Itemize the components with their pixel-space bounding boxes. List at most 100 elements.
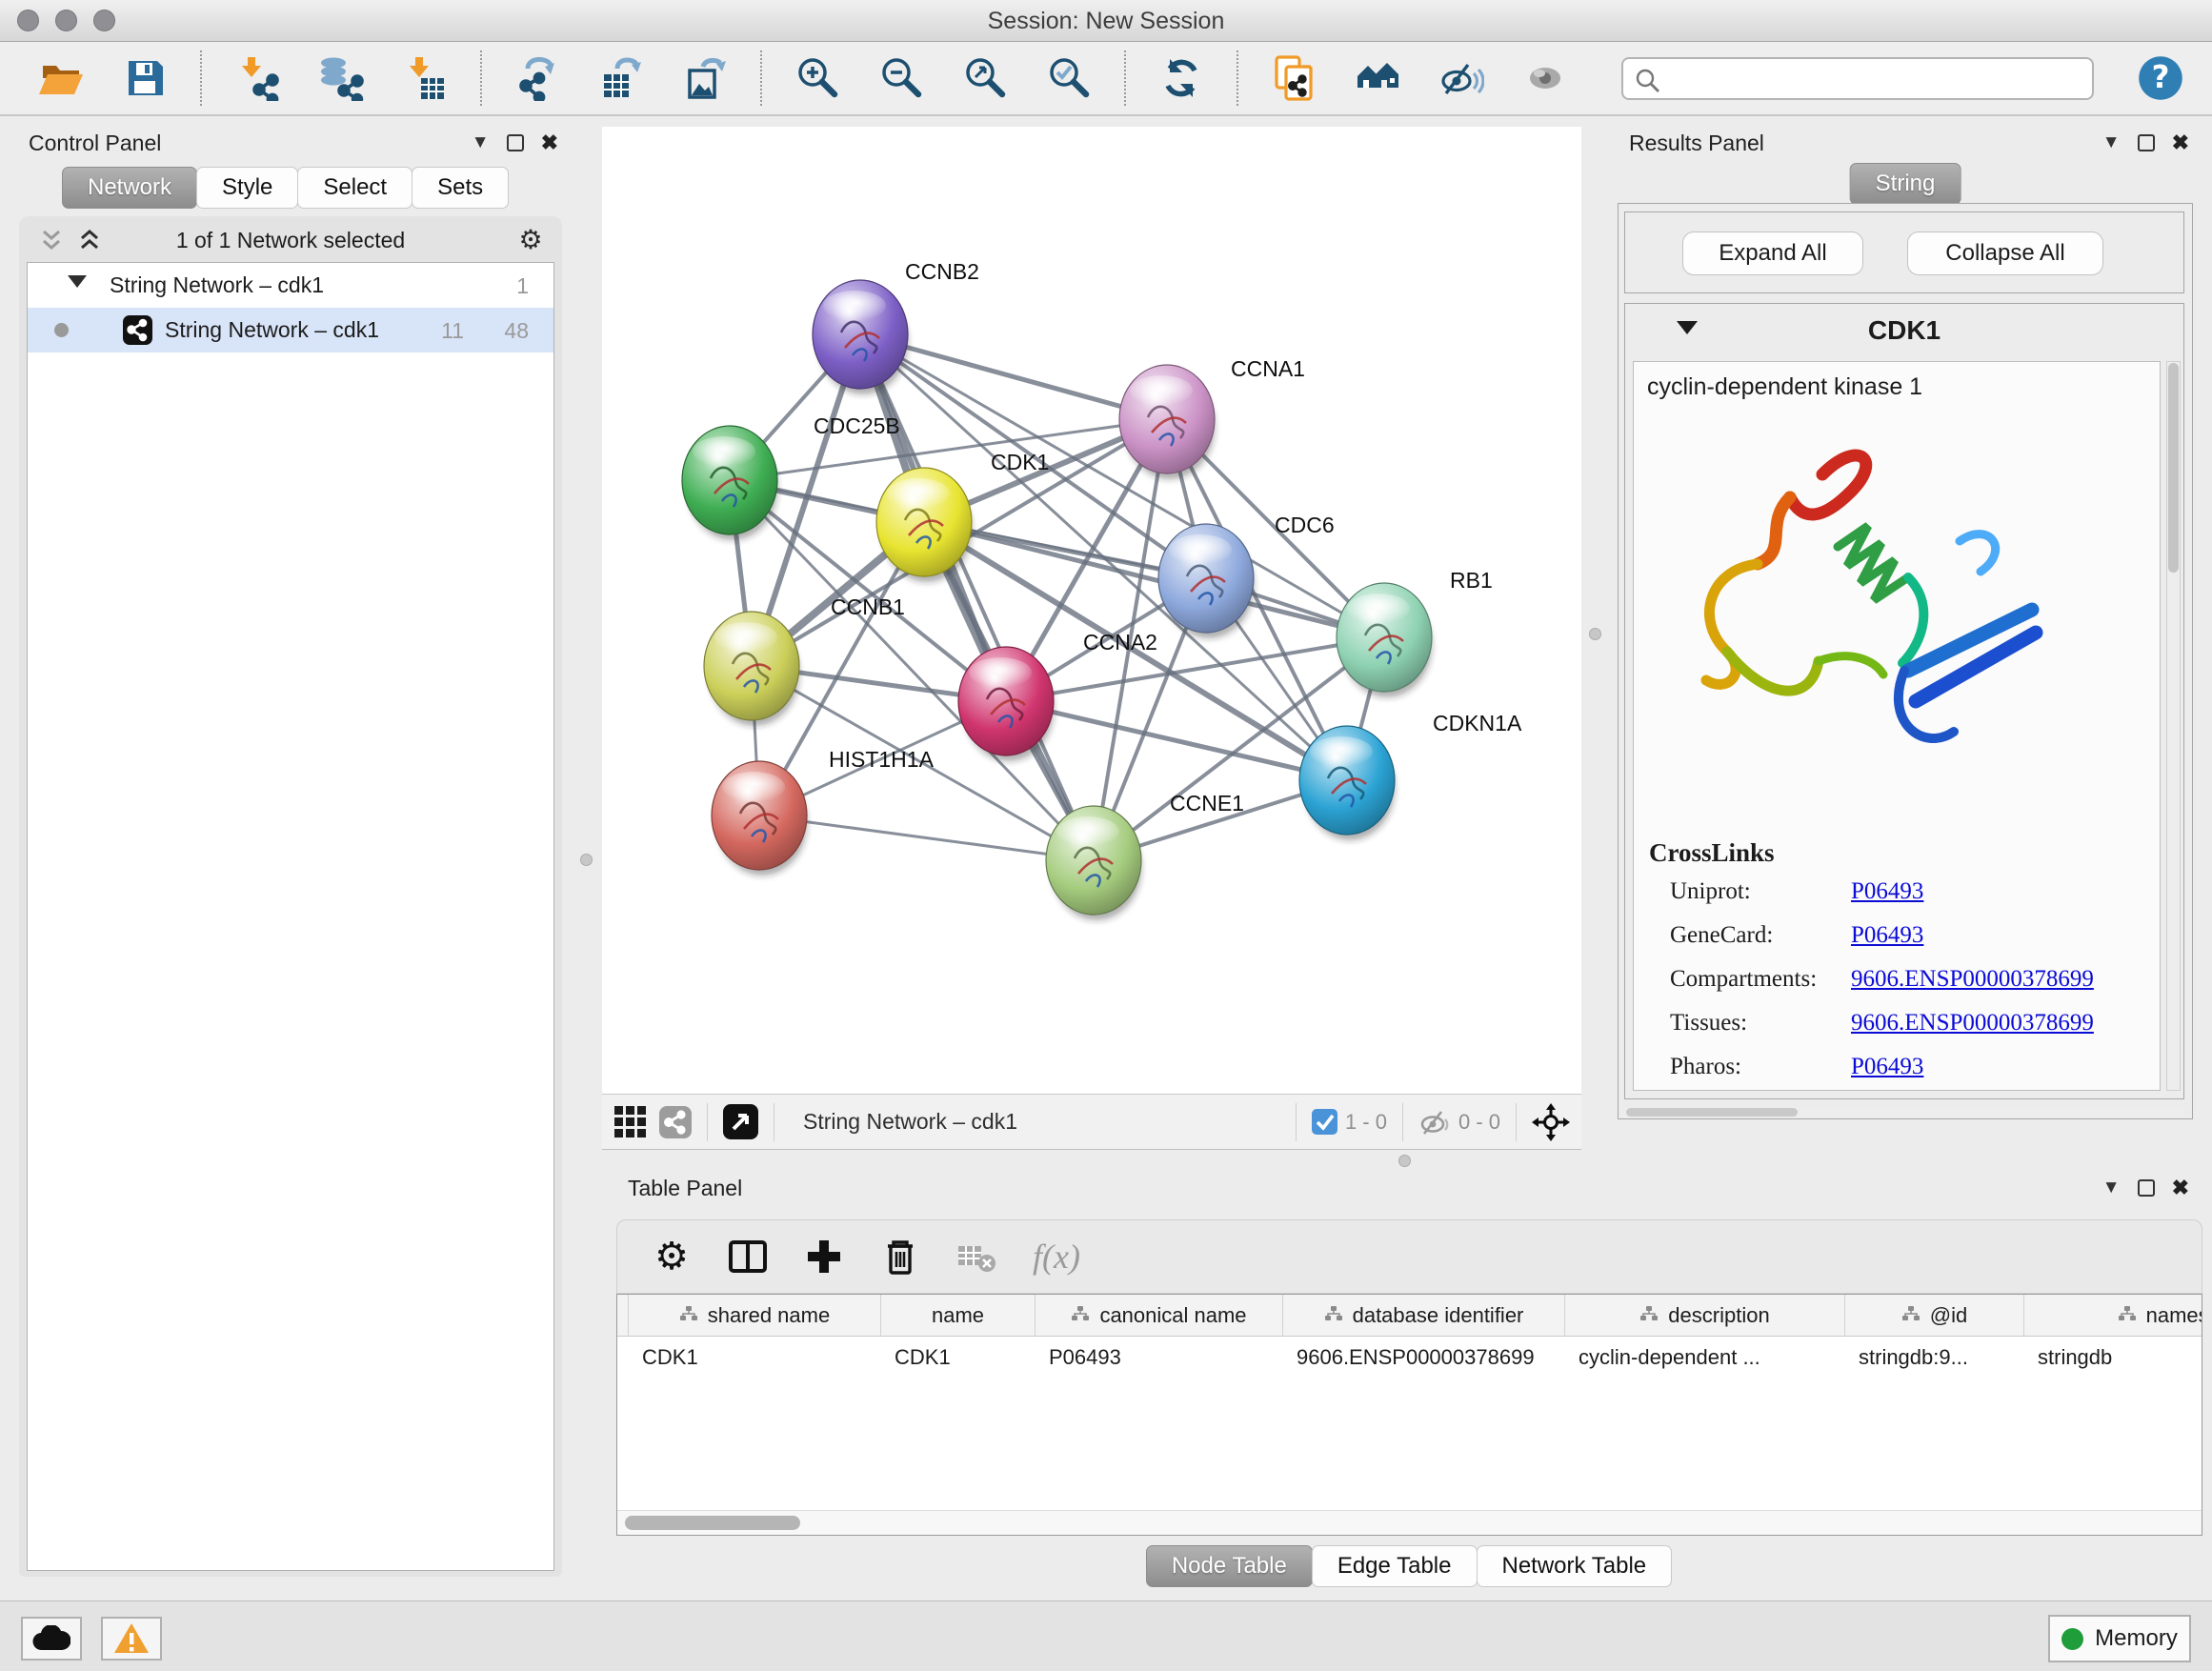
panel-close-icon[interactable]: ✖ xyxy=(2172,1176,2189,1200)
tab-select[interactable]: Select xyxy=(297,167,412,209)
delete-table-icon[interactable] xyxy=(956,1237,996,1277)
table-cell[interactable]: CDK1 xyxy=(629,1337,881,1379)
column-header-name[interactable]: name xyxy=(881,1295,1036,1337)
crosslink-link[interactable]: 9606.ENSP00000378699 xyxy=(1851,966,2094,993)
network-node[interactable]: CCNE1 xyxy=(1046,791,1244,920)
tab-edge-table[interactable]: Edge Table xyxy=(1312,1545,1478,1587)
panel-maximize-icon[interactable] xyxy=(2138,1179,2155,1197)
hidden-eye-icon[interactable] xyxy=(1418,1108,1451,1137)
splitter-handle[interactable] xyxy=(1589,628,1601,640)
network-canvas[interactable]: CCNB2CCNA1CDC25BCDK1CDC6RB1CCNB1CCNA2CDK… xyxy=(602,127,1581,1094)
network-edge[interactable] xyxy=(1006,637,1384,701)
zoom-out-icon[interactable] xyxy=(878,55,924,101)
hide-selection-icon[interactable] xyxy=(1438,55,1484,101)
network-row[interactable]: String Network – cdk1 11 48 xyxy=(28,308,553,352)
splitter-handle[interactable] xyxy=(1398,1155,1411,1167)
tab-sets[interactable]: Sets xyxy=(412,167,509,209)
table-cell[interactable]: stringdb xyxy=(2024,1337,2202,1379)
network-options-gear-icon[interactable]: ⚙ xyxy=(516,226,545,254)
left-splitter[interactable] xyxy=(572,127,602,1584)
table-row[interactable]: CDK1CDK1P064939606.ENSP00000378699cyclin… xyxy=(617,1337,2202,1379)
network-node[interactable]: HIST1H1A xyxy=(712,747,935,876)
column-header-database-identifier[interactable]: database identifier xyxy=(1283,1295,1565,1337)
panel-close-icon[interactable]: ✖ xyxy=(541,131,558,155)
column-header-canonical-name[interactable]: canonical name xyxy=(1036,1295,1283,1337)
scrollbar-thumb[interactable] xyxy=(625,1516,800,1530)
column-header-description[interactable]: description xyxy=(1565,1295,1845,1337)
add-column-icon[interactable] xyxy=(804,1237,844,1277)
export-table-icon[interactable] xyxy=(598,55,644,101)
function-builder-icon[interactable]: f(x) xyxy=(1033,1237,1080,1277)
memory-button[interactable]: Memory xyxy=(2048,1615,2191,1662)
panel-float-icon[interactable]: ▼ xyxy=(472,132,490,153)
cloud-button[interactable] xyxy=(21,1617,82,1661)
search-input[interactable] xyxy=(1669,59,2079,98)
collapse-all-button[interactable]: Collapse All xyxy=(1907,232,2103,275)
scrollbar-thumb[interactable] xyxy=(2168,363,2179,573)
crosslink-link[interactable]: P06493 xyxy=(1851,922,1923,949)
export-image-icon[interactable] xyxy=(682,55,728,101)
table-cell[interactable]: cyclin-dependent ... xyxy=(1565,1337,1845,1379)
panel-float-icon[interactable]: ▼ xyxy=(2102,132,2121,153)
network-edge[interactable] xyxy=(759,815,1094,860)
network-collection-row[interactable]: String Network – cdk1 1 xyxy=(28,263,553,308)
splitter-handle[interactable] xyxy=(580,854,593,866)
results-tab-string[interactable]: String xyxy=(1850,163,1961,205)
zoom-fit-icon[interactable] xyxy=(962,55,1008,101)
import-network-database-icon[interactable] xyxy=(318,55,364,101)
save-session-icon[interactable] xyxy=(122,55,168,101)
crosslink-link[interactable]: P06493 xyxy=(1851,878,1923,905)
pan-crosshair-icon[interactable] xyxy=(1532,1103,1570,1141)
import-table-icon[interactable] xyxy=(402,55,448,101)
column-header-namespace[interactable]: namespace xyxy=(2024,1295,2202,1337)
table-settings-gear-icon[interactable]: ⚙ xyxy=(652,1237,692,1277)
zoom-selected-icon[interactable] xyxy=(1046,55,1092,101)
results-horizontal-scrollbar[interactable] xyxy=(1624,1107,2184,1117)
tab-network-table[interactable]: Network Table xyxy=(1477,1545,1673,1587)
network-node[interactable]: CCNB1 xyxy=(704,594,905,726)
zoom-in-icon[interactable] xyxy=(794,55,840,101)
column-header--id[interactable]: @id xyxy=(1845,1295,2024,1337)
refresh-icon[interactable] xyxy=(1158,55,1204,101)
panel-maximize-icon[interactable] xyxy=(2138,134,2155,151)
collection-expand-icon[interactable] xyxy=(68,275,87,288)
column-header-shared-name[interactable]: shared name xyxy=(629,1295,881,1337)
first-neighbors-icon[interactable] xyxy=(1355,55,1400,101)
network-from-selection-icon[interactable] xyxy=(1271,55,1317,101)
grid-view-icon[interactable] xyxy=(613,1105,648,1139)
network-view-icon[interactable] xyxy=(659,1106,692,1138)
network-node[interactable]: RB1 xyxy=(1337,568,1493,697)
gene-section-header[interactable]: CDK1 xyxy=(1625,304,2183,357)
crosslink-link[interactable]: 9606.ENSP00000378699 xyxy=(1851,1010,2094,1037)
panel-float-icon[interactable]: ▼ xyxy=(2102,1178,2121,1198)
birds-eye-view-icon[interactable] xyxy=(723,1104,758,1139)
scrollbar-thumb[interactable] xyxy=(1626,1108,1798,1117)
table-cell[interactable]: stringdb:9... xyxy=(1845,1337,2024,1379)
panel-close-icon[interactable]: ✖ xyxy=(2172,131,2189,155)
show-all-icon[interactable] xyxy=(1522,55,1568,101)
panel-maximize-icon[interactable] xyxy=(507,134,524,151)
open-session-icon[interactable] xyxy=(38,55,84,101)
delete-column-icon[interactable] xyxy=(880,1237,920,1277)
show-columns-icon[interactable] xyxy=(728,1237,768,1277)
results-vertical-scrollbar[interactable] xyxy=(2166,361,2181,1091)
network-node[interactable]: CCNB2 xyxy=(813,259,979,394)
crosslink-link[interactable]: P06493 xyxy=(1851,1054,1923,1080)
expand-all-button[interactable]: Expand All xyxy=(1682,232,1863,275)
export-network-icon[interactable] xyxy=(514,55,560,101)
right-splitter[interactable] xyxy=(1581,127,1610,1094)
table-cell[interactable]: P06493 xyxy=(1036,1337,1283,1379)
table-horizontal-scrollbar[interactable] xyxy=(617,1510,2202,1535)
selected-checkbox-icon[interactable] xyxy=(1312,1109,1337,1135)
table-cell[interactable]: 9606.ENSP00000378699 xyxy=(1283,1337,1565,1379)
warning-button[interactable] xyxy=(101,1617,162,1661)
import-network-icon[interactable] xyxy=(234,55,280,101)
tab-node-table[interactable]: Node Table xyxy=(1146,1545,1313,1587)
tab-network[interactable]: Network xyxy=(62,167,197,209)
tab-style[interactable]: Style xyxy=(196,167,298,209)
network-edge[interactable] xyxy=(1006,701,1347,780)
network-node[interactable]: CDC25B xyxy=(682,413,900,540)
network-node[interactable]: CCNA1 xyxy=(1119,356,1305,479)
table-cell[interactable]: CDK1 xyxy=(881,1337,1036,1379)
network-node[interactable]: CDKN1A xyxy=(1299,711,1522,840)
